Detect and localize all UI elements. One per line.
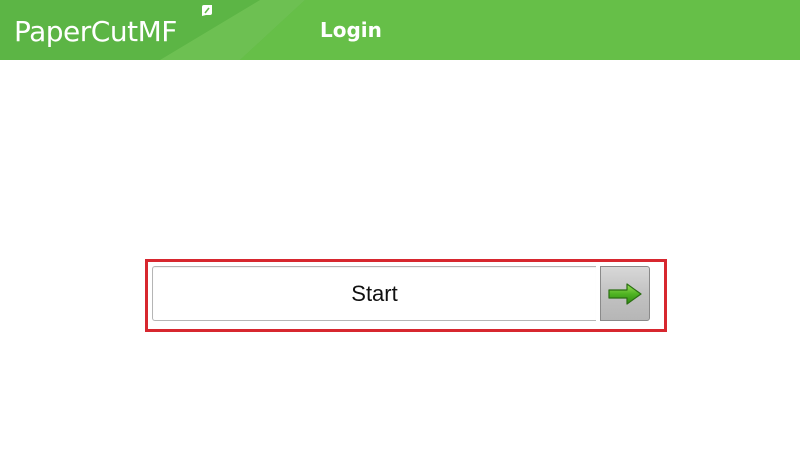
page-title: Login — [320, 18, 382, 42]
logo-text: PaperCutMF — [14, 15, 177, 48]
right-arrow-icon — [608, 282, 642, 305]
go-button[interactable] — [600, 266, 650, 321]
start-label: Start — [351, 280, 398, 306]
app-header: PaperCutMF Login — [0, 0, 800, 60]
papercut-logo: PaperCutMF — [14, 5, 212, 50]
leaf-icon — [202, 5, 212, 16]
start-highlight-frame: Start — [145, 259, 667, 332]
start-button[interactable]: Start — [152, 266, 596, 321]
